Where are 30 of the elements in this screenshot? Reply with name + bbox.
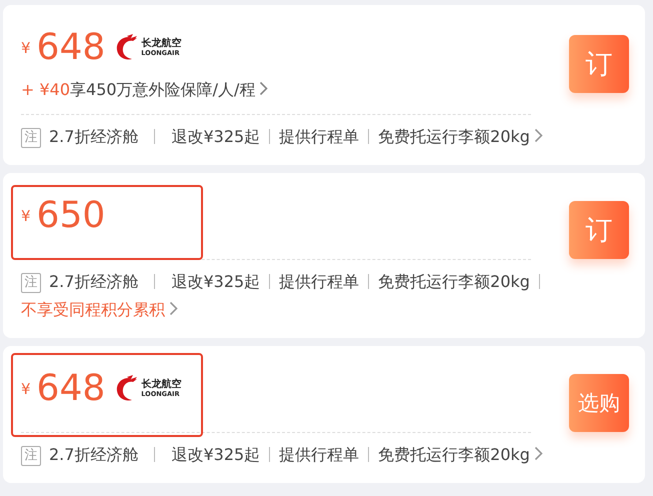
currency-symbol: ¥: [21, 380, 31, 398]
chevron-right-icon: [259, 81, 268, 96]
currency-symbol: ¥: [21, 39, 31, 57]
chevron-right-icon: [534, 446, 543, 461]
points-note: 不享受同程积分累积: [21, 300, 165, 319]
fare-feature: 退改¥325起: [171, 272, 260, 291]
book-button[interactable]: 选购: [569, 374, 629, 432]
book-button[interactable]: 订: [569, 35, 629, 93]
fare-feature: 退改¥325起: [171, 445, 260, 464]
book-button[interactable]: 订: [569, 201, 629, 259]
fare-feature: 2.7折经济舱: [49, 272, 138, 291]
fare-price: 648: [36, 27, 106, 69]
note-tag: 注: [21, 446, 41, 466]
fare-feature: 提供行程单: [279, 272, 360, 291]
note-tag: 注: [21, 273, 41, 293]
fare-price: 650: [36, 195, 106, 237]
fare-price: 648: [36, 368, 106, 410]
fare-feature: 免费托运行李额20kg: [378, 127, 530, 146]
fare-feature: 免费托运行李额20kg: [378, 445, 530, 464]
fare-feature: 2.7折经济舱: [49, 445, 138, 464]
fare-feature: 提供行程单: [279, 445, 360, 464]
currency-symbol: ¥: [21, 207, 31, 225]
chevron-right-icon: [169, 301, 178, 316]
fare-feature: 提供行程单: [279, 127, 360, 146]
fare-feature: 退改¥325起: [171, 127, 260, 146]
chevron-right-icon: [534, 128, 543, 143]
insurance-addon-link[interactable]: + ¥40享450万意外险保障/人/程: [21, 80, 531, 101]
fare-feature: 2.7折经济舱: [49, 127, 138, 146]
note-tag: 注: [21, 128, 41, 148]
fare-feature: 免费托运行李额20kg: [378, 272, 530, 291]
